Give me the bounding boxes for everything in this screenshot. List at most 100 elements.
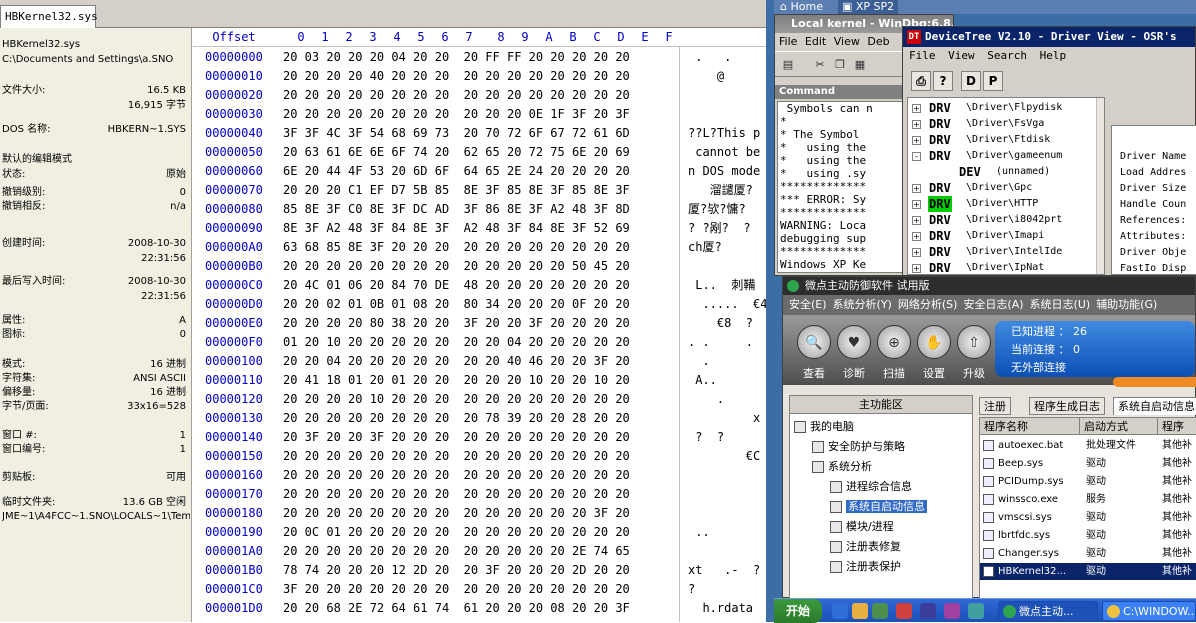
menu-edit[interactable]: Edit: [805, 35, 826, 48]
expand-icon[interactable]: +: [912, 104, 921, 113]
hex-bytes-row[interactable]: 85 8E 3F C0 8E 3F DC AD 3F 86 8E 3F A2 4…: [283, 200, 679, 219]
hex-bytes-row[interactable]: 20 20 20 20 20 20 20 20 20 20 20 0E 1F 3…: [283, 105, 679, 124]
text-row[interactable]: 厦?欤?慵?: [688, 200, 766, 219]
home-tab[interactable]: ⌂ Home: [776, 0, 827, 14]
hex-bytes-row[interactable]: 63 68 85 8E 3F 20 20 20 20 20 20 20 20 2…: [283, 238, 679, 257]
text-row[interactable]: [688, 542, 766, 561]
hex-bytes-row[interactable]: 20 20 04 20 20 20 20 20 20 20 40 46 20 2…: [283, 352, 679, 371]
text-row[interactable]: ??L?This p: [688, 124, 766, 143]
hex-bytes-row[interactable]: 20 0C 01 20 20 20 20 20 20 20 20 20 20 2…: [283, 523, 679, 542]
hex-bytes-row[interactable]: 20 20 20 20 20 20 20 20 20 20 20 20 20 2…: [283, 504, 679, 523]
app-icon[interactable]: [872, 603, 888, 619]
function-tree-item[interactable]: 我的电脑: [794, 418, 854, 436]
menu-view[interactable]: View: [834, 35, 860, 48]
tree-node[interactable]: + DRV \Driver\Ftdisk: [908, 132, 1098, 148]
text-row[interactable]: 溜譴厦?: [688, 181, 766, 200]
tool-icon[interactable]: [920, 603, 936, 619]
driver-view-button[interactable]: D: [961, 71, 981, 91]
hand-icon[interactable]: ✋: [917, 325, 951, 359]
column-header[interactable]: 启动方式: [1080, 418, 1158, 435]
function-tree-item[interactable]: 模块/进程: [830, 518, 894, 536]
xp-sp2-tab[interactable]: ▣ XP SP2: [838, 0, 899, 14]
menu-file[interactable]: File: [909, 49, 936, 62]
hex-bytes-row[interactable]: 20 41 18 01 20 01 20 20 20 20 20 10 20 2…: [283, 371, 679, 390]
expand-icon[interactable]: +: [912, 200, 921, 209]
pane-splitter[interactable]: [766, 0, 774, 622]
text-row[interactable]: @: [688, 67, 766, 86]
tree-node[interactable]: + DRV \Driver\i8042prt: [908, 212, 1098, 228]
function-tree-item[interactable]: 注册表保护: [830, 558, 901, 576]
hex-bytes-row[interactable]: 20 20 20 20 40 20 20 20 20 20 20 20 20 2…: [283, 67, 679, 86]
heart-icon[interactable]: ♥: [837, 325, 871, 359]
taskbar-firewall[interactable]: 微点主动...: [998, 601, 1098, 621]
expand-icon[interactable]: +: [912, 264, 921, 273]
startup-row[interactable]: lbrtfdc.sys 驱动 其他补: [980, 527, 1196, 544]
text-row[interactable]: [688, 105, 766, 124]
hex-bytes-row[interactable]: 3F 3F 4C 3F 54 68 69 73 20 70 72 6F 67 7…: [283, 124, 679, 143]
expand-icon[interactable]: +: [912, 216, 921, 225]
tree-node[interactable]: + DRV \Driver\Imapi: [908, 228, 1098, 244]
tree-node[interactable]: DEV (unnamed): [908, 164, 1098, 180]
column-header[interactable]: 程序: [1158, 418, 1196, 435]
tree-node[interactable]: + DRV \Driver\Gpc: [908, 180, 1098, 196]
text-row[interactable]: .: [688, 352, 766, 371]
driver-tree[interactable]: + DRV \Driver\Flpydisk + DRV \Driver\FsVga + DR…: [907, 97, 1105, 275]
startup-row[interactable]: vmscsi.sys 驱动 其他补: [980, 509, 1196, 526]
tree-node[interactable]: + DRV \Driver\Flpydisk: [908, 100, 1098, 116]
startup-row[interactable]: PCIDump.sys 驱动 其他补: [980, 473, 1196, 490]
tab-0[interactable]: 注册: [979, 397, 1011, 415]
cut-icon[interactable]: ✂: [811, 56, 829, 74]
function-tree-item[interactable]: 安全防护与策略: [812, 438, 905, 456]
function-tree-item[interactable]: 系统自启动信息: [830, 498, 927, 516]
byte-area[interactable]: 20 03 20 20 20 04 20 20 20 FF FF 20 20 2…: [283, 47, 679, 622]
expand-icon[interactable]: +: [912, 120, 921, 129]
tool3-icon[interactable]: [968, 603, 984, 619]
firewall-menu-item[interactable]: 安全日志(A): [963, 298, 1023, 311]
taskbar-explorer[interactable]: C:\WINDOW...: [1102, 601, 1196, 621]
text-row[interactable]: €8 ?: [688, 314, 766, 333]
text-row[interactable]: h.rdata: [688, 599, 766, 618]
text-row[interactable]: [688, 257, 766, 276]
text-row[interactable]: [688, 86, 766, 105]
print-icon[interactable]: ⎙: [911, 71, 931, 91]
paste-icon[interactable]: ▦: [851, 56, 869, 74]
hex-bytes-row[interactable]: 6E 20 44 4F 53 20 6D 6F 64 65 2E 24 20 2…: [283, 162, 679, 181]
hex-bytes-row[interactable]: 01 20 10 20 20 20 20 20 20 20 04 20 20 2…: [283, 333, 679, 352]
expand-icon[interactable]: +: [912, 248, 921, 257]
search-icon[interactable]: 🔍: [797, 325, 831, 359]
tab-2[interactable]: 系统自启动信息: [1113, 397, 1196, 415]
text-row[interactable]: cannot be: [688, 143, 766, 162]
startup-row[interactable]: autoexec.bat 批处理文件 其他补: [980, 437, 1196, 454]
text-row[interactable]: €C: [688, 447, 766, 466]
text-row[interactable]: [688, 485, 766, 504]
hex-bytes-row[interactable]: 20 20 02 01 0B 01 08 20 80 34 20 20 20 0…: [283, 295, 679, 314]
hex-bytes-row[interactable]: 20 20 20 20 80 38 20 20 3F 20 20 3F 20 2…: [283, 314, 679, 333]
text-row[interactable]: ..: [688, 523, 766, 542]
menu-file[interactable]: File: [779, 35, 797, 48]
menu-help[interactable]: Help: [1040, 49, 1067, 62]
tree-node[interactable]: + DRV \Driver\HTTP: [908, 196, 1098, 212]
hex-bytes-row[interactable]: 20 20 68 2E 72 64 61 74 61 20 20 20 08 2…: [283, 599, 679, 618]
hex-bytes-row[interactable]: 20 20 20 20 20 20 20 20 20 20 20 20 20 2…: [283, 86, 679, 105]
firewall-menu-item[interactable]: 系统分析(Y): [833, 298, 892, 311]
text-row[interactable]: [688, 466, 766, 485]
text-row[interactable]: ch厦?: [688, 238, 766, 257]
hex-bytes-row[interactable]: 78 74 20 20 20 12 2D 20 20 3F 20 20 20 2…: [283, 561, 679, 580]
text-row[interactable]: L.. 刺鞴: [688, 276, 766, 295]
text-row[interactable]: n DOS mode: [688, 162, 766, 181]
expand-icon[interactable]: +: [912, 136, 921, 145]
hex-bytes-row[interactable]: 3F 20 20 20 20 20 20 20 20 20 20 20 20 2…: [283, 580, 679, 599]
text-row[interactable]: . . .: [688, 333, 766, 352]
firewall-menu-item[interactable]: 网络分析(S): [898, 298, 958, 311]
expand-icon[interactable]: +: [912, 232, 921, 241]
firewall-menu-item[interactable]: 辅助功能(G): [1096, 298, 1157, 311]
hex-bytes-row[interactable]: 20 03 20 20 20 04 20 20 20 FF FF 20 20 2…: [283, 48, 679, 67]
startup-row[interactable]: Beep.sys 驱动 其他补: [980, 455, 1196, 472]
tree-node[interactable]: - DRV \Driver\gameenum: [908, 148, 1098, 164]
menu-search[interactable]: Search: [987, 49, 1027, 62]
pnp-view-button[interactable]: P: [983, 71, 1003, 91]
explorer-icon[interactable]: [852, 603, 868, 619]
file-tab[interactable]: HBKernel32.sys: [0, 5, 98, 28]
expand-icon[interactable]: +: [912, 184, 921, 193]
startup-row[interactable]: Changer.sys 驱动 其他补: [980, 545, 1196, 562]
